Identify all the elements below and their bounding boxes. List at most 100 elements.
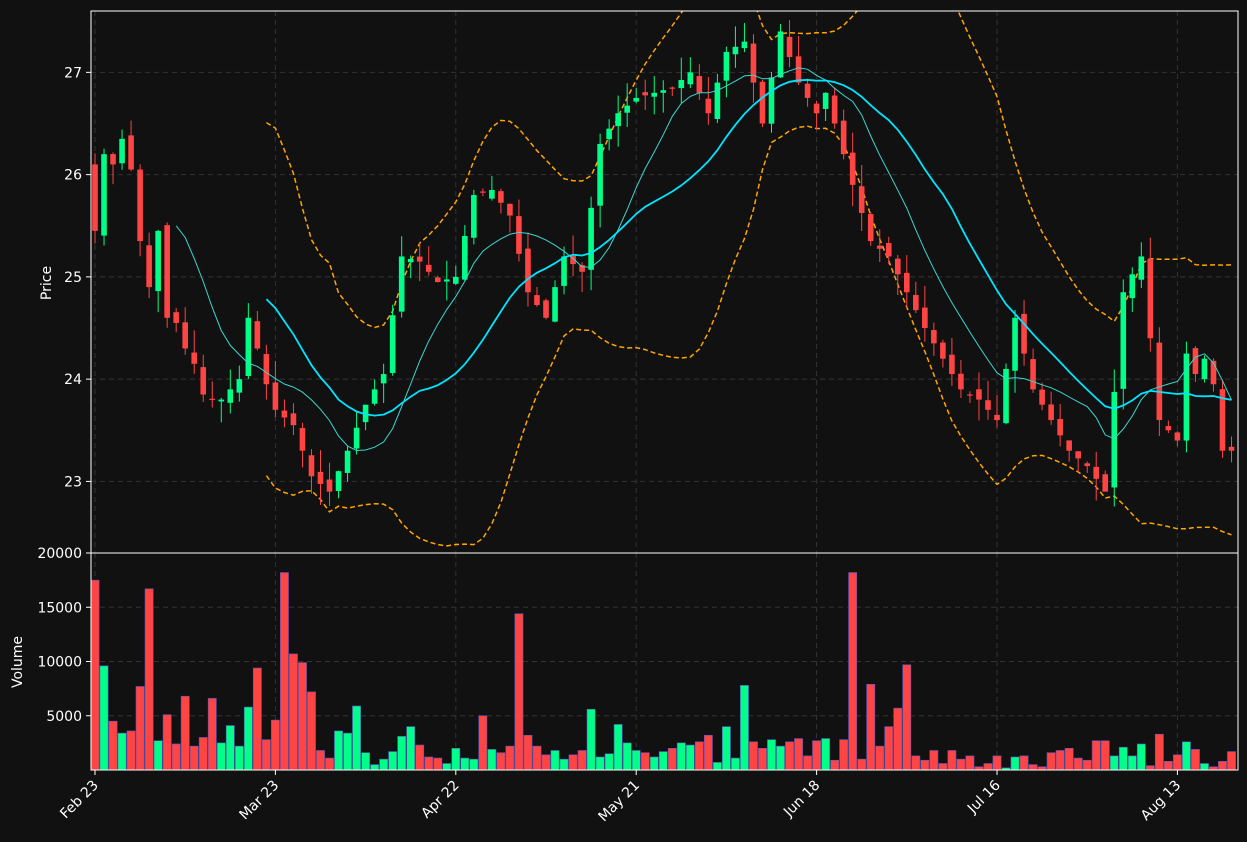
candle-body-60 bbox=[633, 97, 639, 102]
candle-body-3 bbox=[119, 138, 125, 164]
candle-body-4 bbox=[128, 135, 134, 170]
volume-bar-113 bbox=[1109, 755, 1119, 770]
candle-body-67 bbox=[696, 76, 703, 93]
volume-bar-126 bbox=[1227, 751, 1236, 770]
candle-body-11 bbox=[191, 352, 198, 364]
volume-bar-116 bbox=[1136, 743, 1146, 770]
stock-chart: 23242526275000100001500020000Feb 23 Mar 2… bbox=[0, 0, 1247, 842]
volume-bar-38 bbox=[433, 757, 443, 770]
candle-body-32 bbox=[380, 374, 387, 384]
candle-body-75 bbox=[768, 77, 775, 124]
candle-body-0 bbox=[92, 164, 98, 231]
candle-body-71 bbox=[732, 46, 739, 55]
candle-body-73 bbox=[750, 43, 757, 83]
volume-bar-63 bbox=[658, 751, 668, 770]
candle-body-65 bbox=[678, 80, 685, 89]
volume-bar-2 bbox=[108, 720, 118, 770]
volume-bar-112 bbox=[1100, 740, 1110, 770]
candle-body-91 bbox=[913, 294, 919, 311]
candle-body-108 bbox=[1066, 440, 1072, 451]
volume-bar-19 bbox=[261, 739, 271, 770]
volume-bar-1 bbox=[99, 665, 109, 770]
volume-bar-118 bbox=[1154, 733, 1164, 770]
candle-body-46 bbox=[507, 203, 513, 216]
volume-bar-60 bbox=[631, 750, 641, 770]
volume-bar-85 bbox=[857, 758, 867, 770]
candle-body-69 bbox=[714, 82, 721, 119]
volume-bar-70 bbox=[721, 726, 731, 770]
candle-body-126 bbox=[1228, 446, 1235, 451]
volume-bar-95 bbox=[947, 750, 957, 770]
candle-42 bbox=[471, 189, 477, 245]
volume-bar-117 bbox=[1145, 765, 1155, 770]
volume-bar-121 bbox=[1182, 741, 1191, 770]
volume-bar-42 bbox=[469, 758, 479, 770]
candle-body-77 bbox=[786, 36, 793, 58]
candle-body-21 bbox=[281, 410, 288, 418]
volume-bar-108 bbox=[1064, 747, 1074, 770]
candle-body-103 bbox=[1021, 313, 1027, 354]
volume-bar-103 bbox=[1019, 755, 1029, 770]
volume-bar-49 bbox=[532, 745, 542, 770]
volume-bar-81 bbox=[821, 738, 831, 770]
candle-body-44 bbox=[489, 189, 495, 199]
candle-0 bbox=[92, 153, 98, 244]
candle-body-23 bbox=[299, 428, 306, 451]
volume-bar-11 bbox=[189, 745, 199, 770]
candle-body-123 bbox=[1201, 358, 1208, 380]
candle-body-26 bbox=[326, 479, 333, 492]
candle-body-117 bbox=[1147, 258, 1154, 339]
volume-bar-89 bbox=[893, 707, 903, 770]
volume-bar-82 bbox=[830, 759, 840, 770]
volume-bar-31 bbox=[370, 764, 380, 770]
candle-body-34 bbox=[398, 256, 405, 312]
candle-123 bbox=[1201, 355, 1208, 383]
candle-body-61 bbox=[642, 92, 649, 96]
candle-86 bbox=[867, 212, 874, 246]
volume-bar-41 bbox=[460, 757, 470, 770]
candle-body-112 bbox=[1102, 474, 1109, 492]
price-tick-label-25: 25 bbox=[64, 270, 82, 286]
candle-body-40 bbox=[453, 276, 459, 284]
volume-bar-17 bbox=[243, 706, 253, 770]
volume-bar-10 bbox=[180, 695, 190, 770]
candle-75 bbox=[768, 71, 775, 133]
volume-bar-66 bbox=[685, 744, 695, 770]
candle-body-10 bbox=[182, 322, 188, 349]
volume-bar-76 bbox=[776, 745, 785, 770]
candle-body-109 bbox=[1075, 451, 1081, 459]
volume-bar-107 bbox=[1055, 750, 1065, 770]
candle-101 bbox=[1003, 363, 1009, 425]
candle-body-13 bbox=[209, 398, 216, 400]
volume-bar-7 bbox=[153, 740, 163, 770]
candle-body-9 bbox=[173, 312, 179, 323]
candle-body-22 bbox=[290, 413, 297, 426]
volume-bar-51 bbox=[550, 750, 560, 770]
volume-bar-102 bbox=[1010, 756, 1020, 770]
candle-body-51 bbox=[552, 287, 558, 322]
candle-body-6 bbox=[146, 245, 152, 288]
candle-74 bbox=[759, 79, 766, 128]
candle-body-120 bbox=[1174, 432, 1181, 441]
candle-body-7 bbox=[155, 230, 161, 292]
volume-bar-65 bbox=[676, 742, 686, 770]
volume-bar-45 bbox=[496, 752, 506, 770]
volume-bar-71 bbox=[731, 757, 740, 770]
volume-bar-125 bbox=[1218, 761, 1227, 770]
candle-body-29 bbox=[353, 427, 360, 449]
price-tick-label-24: 24 bbox=[64, 372, 82, 388]
candle-body-16 bbox=[236, 379, 243, 393]
volume-bar-29 bbox=[352, 705, 361, 770]
candle-body-111 bbox=[1093, 466, 1100, 479]
candle-body-82 bbox=[831, 95, 838, 124]
candle-body-99 bbox=[985, 400, 991, 410]
candle-body-72 bbox=[741, 41, 748, 49]
volume-bar-8 bbox=[162, 714, 172, 770]
candle-body-24 bbox=[308, 455, 315, 477]
volume-bar-34 bbox=[397, 736, 407, 770]
candle-body-70 bbox=[723, 51, 730, 81]
volume-tick-label-10000: 10000 bbox=[37, 655, 82, 671]
candle-body-104 bbox=[1030, 359, 1036, 390]
volume-bar-16 bbox=[234, 745, 244, 770]
candle-body-1 bbox=[101, 154, 107, 236]
